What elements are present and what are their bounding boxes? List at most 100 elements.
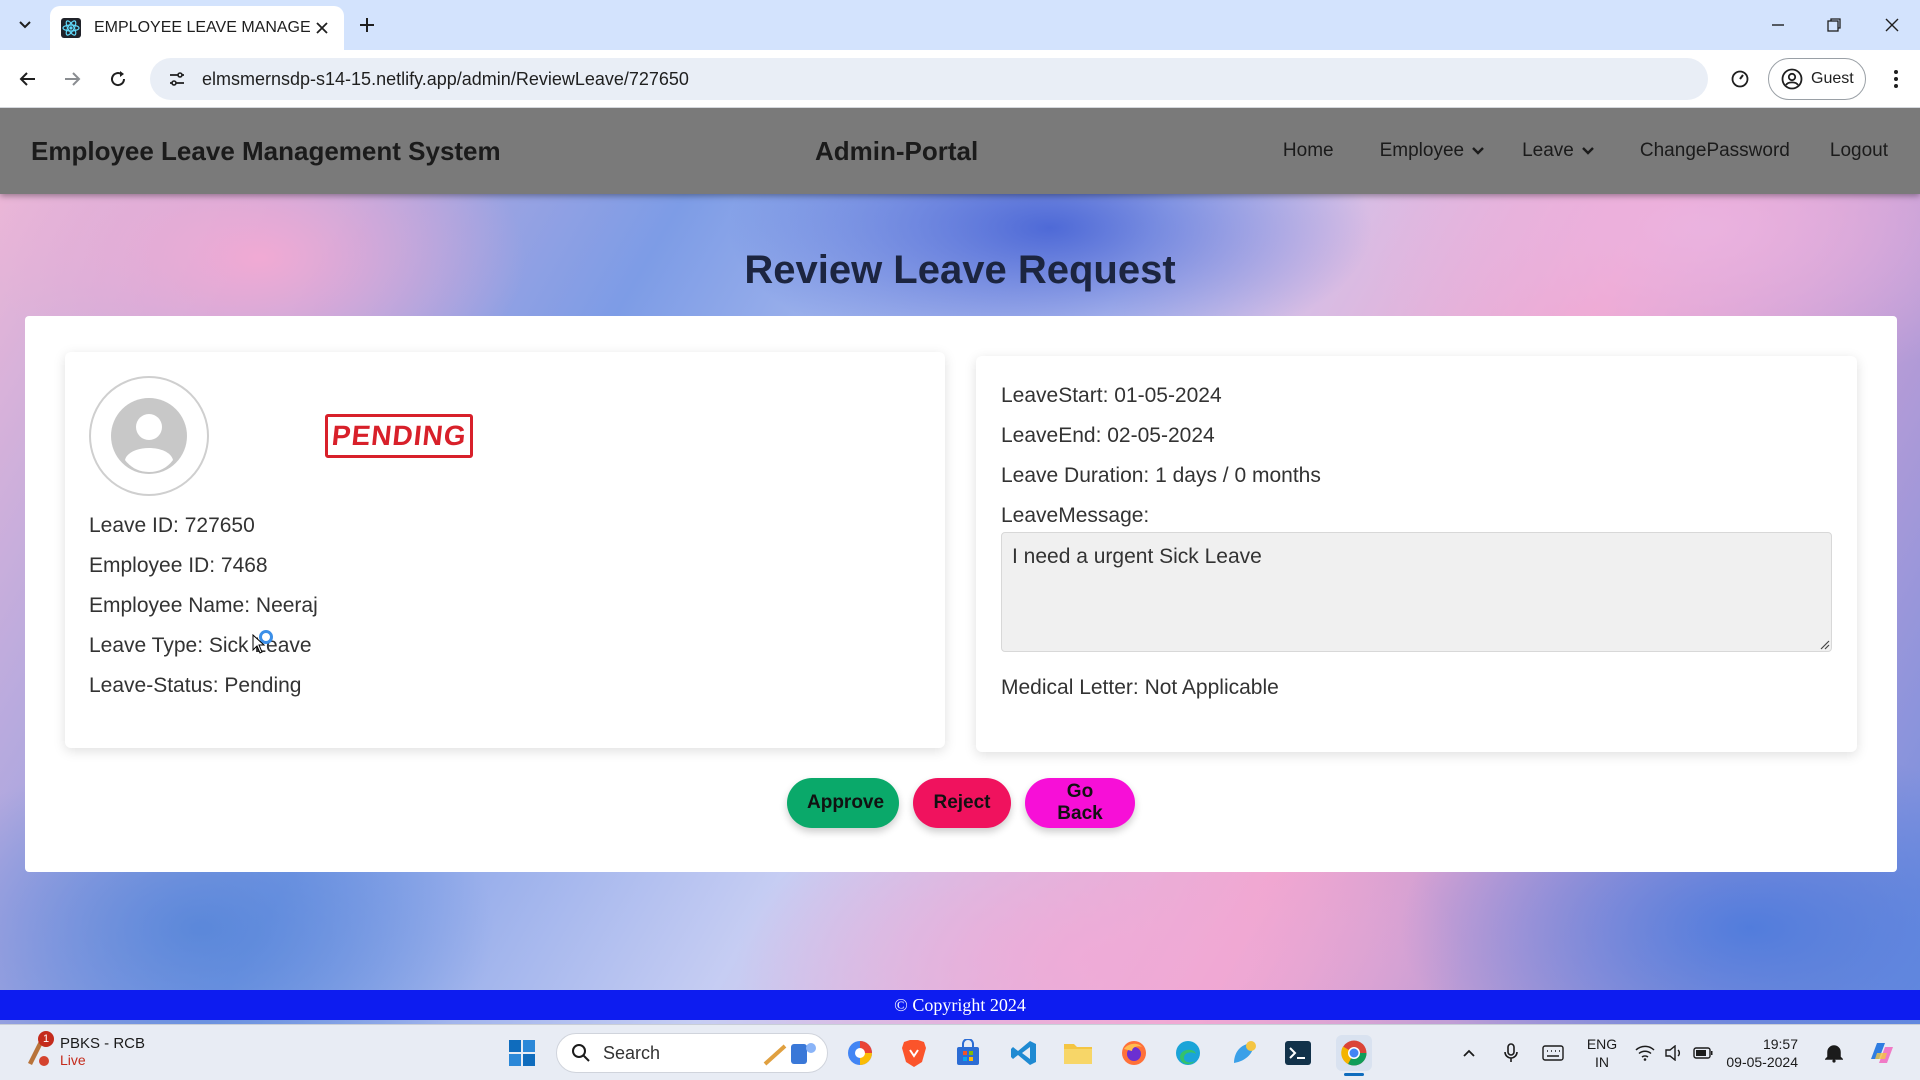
tray-keyboard[interactable] (1538, 1035, 1568, 1071)
taskbar-vscode-app[interactable] (1006, 1035, 1042, 1071)
medical-letter: Medical Letter: Not Applicable (1001, 676, 1279, 699)
nav-logout-label: Logout (1829, 140, 1888, 161)
leave-type: Leave Type: Sick Leave (89, 634, 312, 657)
reload-icon (111, 71, 126, 87)
page-title-text: Review Leave Request (744, 248, 1176, 292)
folder-icon (1064, 1044, 1092, 1064)
brave-lion-icon (902, 1040, 926, 1067)
chrome-icon (1341, 1040, 1367, 1066)
language-indicator[interactable]: ENG IN (1584, 1035, 1620, 1071)
nav-change-password-label: ChangePassword (1639, 140, 1790, 161)
close-window-button[interactable] (1872, 8, 1912, 42)
taskbar-copilot-app[interactable] (842, 1035, 878, 1071)
keyboard-icon (1542, 1045, 1564, 1061)
browser-tab-active[interactable]: EMPLOYEE LEAVE MANAGEMEN (50, 6, 344, 50)
clock[interactable]: 19:57 09-05-2024 (1722, 1035, 1798, 1071)
terminal-icon (1285, 1041, 1311, 1065)
windows-taskbar: 1 PBKS - RCB Live Search ENG IN 19:57 09… (0, 1024, 1920, 1080)
leave-message-textarea[interactable]: I need a urgent Sick Leave (1001, 532, 1832, 652)
nav-home-link[interactable]: Home (1283, 140, 1334, 162)
action-buttons: Approve Reject Go Back (25, 778, 1897, 828)
browser-menu-button[interactable] (1880, 63, 1912, 95)
tray-overflow-button[interactable] (1456, 1035, 1482, 1071)
nav-employee-label: Employee (1379, 140, 1465, 161)
taskbar-terminal-app[interactable] (1280, 1035, 1316, 1071)
browser-tabstrip: EMPLOYEE LEAVE MANAGEMEN (0, 0, 1920, 50)
copilot-button[interactable] (1862, 1035, 1902, 1071)
nav-logout-link[interactable]: Logout (1830, 140, 1888, 162)
feather-app-icon (1234, 1041, 1256, 1063)
kebab-menu-icon (1894, 70, 1898, 88)
taskbar-search[interactable]: Search (556, 1033, 828, 1073)
profile-button[interactable]: Guest (1768, 58, 1866, 100)
approve-button[interactable]: Approve (787, 778, 899, 828)
reload-button[interactable] (102, 63, 134, 95)
clock-time: 19:57 (1762, 1036, 1798, 1052)
go-back-button[interactable]: Go Back (1025, 778, 1135, 828)
taskbar-weather-app[interactable] (1226, 1035, 1262, 1071)
review-card: PENDING Leave ID: 727650 Employee ID: 74… (25, 316, 1897, 872)
vscode-icon (1011, 1041, 1036, 1065)
chevron-down-icon (1582, 147, 1594, 155)
nav-links: Home Employee Leave ChangePassword Logou… (1283, 108, 1920, 194)
copyright-text: © Copyright 2024 (894, 995, 1026, 1015)
taskbar-firefox-app[interactable] (1116, 1035, 1152, 1071)
news-badge: 1 (38, 1031, 54, 1047)
reject-button[interactable]: Reject (913, 778, 1011, 828)
tab-search-button[interactable] (10, 10, 40, 40)
plus-icon (360, 18, 374, 32)
wifi-icon (1635, 1045, 1655, 1061)
tray-network-sound-battery[interactable] (1634, 1035, 1714, 1071)
employee-name: Employee Name: Neeraj (89, 594, 318, 617)
pending-stamp-text: PENDING (330, 420, 468, 451)
notification-button[interactable] (1820, 1035, 1848, 1071)
tab-close-icon[interactable] (310, 16, 334, 40)
resize-grip-icon[interactable] (1820, 640, 1830, 650)
taskbar-file-explorer[interactable] (1060, 1035, 1096, 1071)
nav-employee-dropdown[interactable]: Employee (1380, 140, 1487, 162)
new-tab-button[interactable] (352, 10, 382, 40)
app-brand[interactable]: Employee Leave Management System (31, 136, 501, 167)
page-footer: © Copyright 2024 (0, 990, 1920, 1020)
microphone-icon (1504, 1043, 1518, 1062)
restore-button[interactable] (1814, 8, 1854, 42)
news-widget[interactable]: 1 PBKS - RCB Live (22, 1031, 146, 1069)
clock-date: 09-05-2024 (1726, 1054, 1798, 1070)
tray-microphone[interactable] (1498, 1035, 1524, 1071)
forward-button[interactable] (56, 63, 88, 95)
leave-start: LeaveStart: 01-05-2024 (1001, 384, 1222, 407)
copilot-icon (1871, 1043, 1893, 1063)
url-text: elmsmernsdp-s14-15.netlify.app/admin/Rev… (202, 68, 689, 89)
news-title: PBKS - RCB (60, 1034, 146, 1052)
restore-icon (1827, 18, 1841, 32)
mouse-pointer-icon (252, 634, 266, 654)
speedometer-icon (1731, 70, 1749, 88)
nav-leave-dropdown[interactable]: Leave (1522, 140, 1596, 162)
tab-title: EMPLOYEE LEAVE MANAGEMEN (94, 19, 310, 36)
taskbar-store-app[interactable] (950, 1035, 986, 1071)
chevron-down-icon (19, 21, 31, 29)
news-subtitle: Live (60, 1051, 86, 1068)
leave-info-card: PENDING Leave ID: 727650 Employee ID: 74… (65, 352, 945, 748)
taskbar-brave-app[interactable] (896, 1035, 932, 1071)
user-circle-icon (1781, 68, 1803, 90)
start-button[interactable] (504, 1035, 540, 1071)
search-highlight-icon (763, 1043, 816, 1066)
react-favicon-icon (60, 17, 82, 39)
address-bar[interactable]: elmsmernsdp-s14-15.netlify.app/admin/Rev… (150, 58, 1708, 100)
edge-icon (1176, 1041, 1200, 1065)
minimize-button[interactable] (1758, 8, 1798, 42)
app-navbar: Employee Leave Management System Admin-P… (0, 108, 1920, 194)
leave-id: Leave ID: 727650 (89, 514, 255, 537)
leave-message-label: LeaveMessage: (1001, 504, 1150, 527)
back-button[interactable] (12, 63, 44, 95)
taskbar-chrome-app[interactable] (1336, 1035, 1372, 1071)
active-app-indicator (1344, 1073, 1364, 1076)
arrow-left-icon (19, 72, 35, 86)
windows-logo-icon (509, 1040, 535, 1066)
performance-button[interactable] (1724, 63, 1756, 95)
site-settings-icon[interactable] (164, 66, 190, 92)
taskbar-edge-app[interactable] (1170, 1035, 1206, 1071)
language-region: IN (1595, 1054, 1609, 1070)
nav-change-password-link[interactable]: ChangePassword (1640, 140, 1790, 162)
